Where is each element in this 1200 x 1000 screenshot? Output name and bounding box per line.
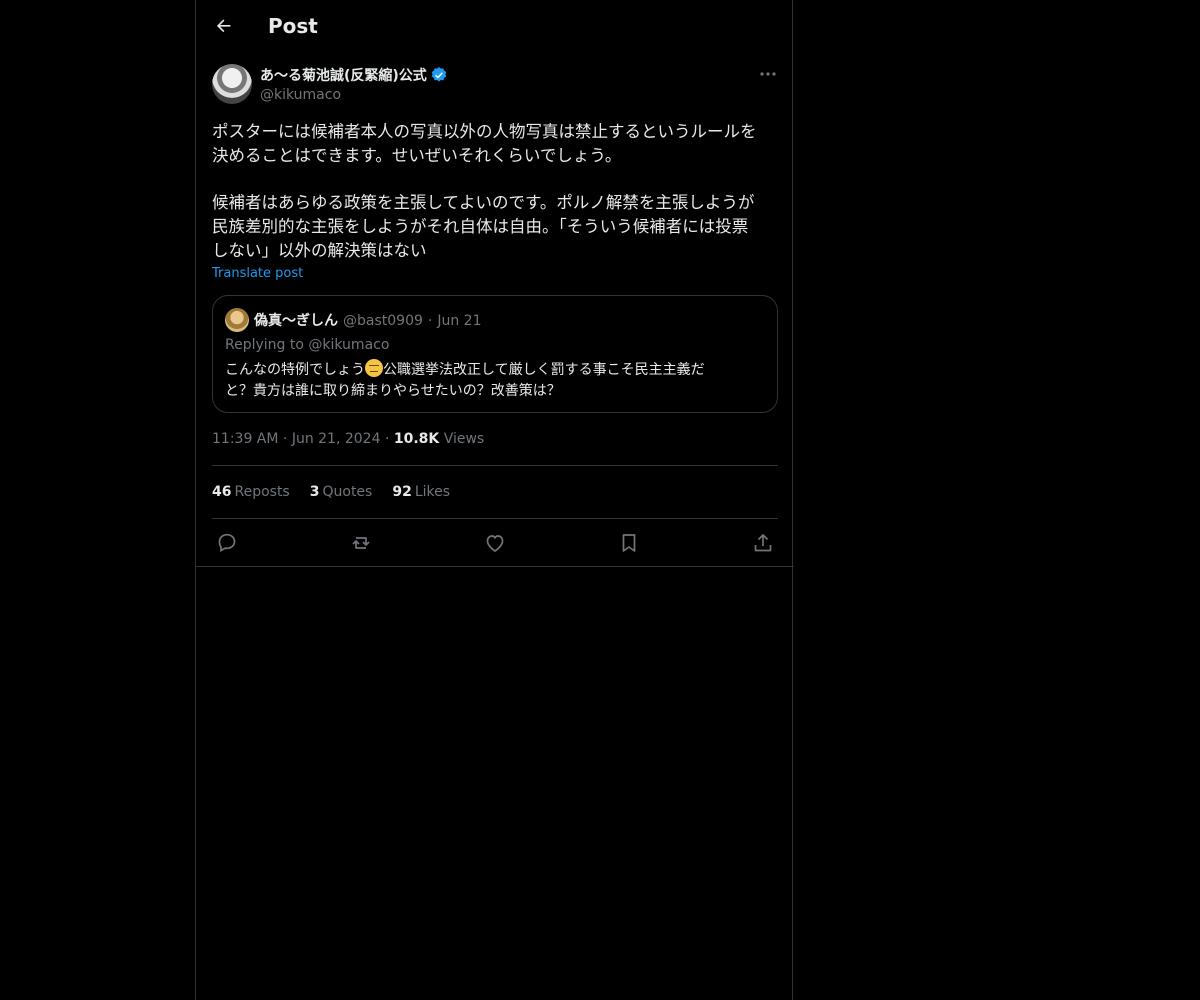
header: Post (196, 0, 794, 54)
arrow-left-icon (216, 19, 231, 33)
post-metadata: 11:39 AM · Jun 21, 2024 · 10.8K Views (212, 431, 484, 447)
post-date[interactable]: Jun 21, 2024 (292, 431, 381, 447)
share-icon (754, 534, 772, 552)
heart-icon (486, 535, 504, 552)
quote-text-part: こんなの特例でしょう (225, 362, 365, 378)
quote-text-part: と？貴方は誰に取り締まりやらせたいの？改善策は？ (225, 383, 561, 399)
bookmark-icon (622, 534, 636, 552)
author-info: あ〜る菊池誠(反緊縮)公式 @kikumaco (260, 65, 448, 104)
quote-date: Jun 21 (437, 313, 482, 329)
verified-badge-icon (431, 67, 447, 82)
likes-count: 92 (392, 484, 412, 500)
like-button[interactable] (483, 531, 507, 555)
handle[interactable]: @kikumaco (260, 86, 448, 104)
quote-handle: @bast0909 (343, 313, 423, 329)
reply-icon (218, 533, 236, 552)
post-text-line: 候補者はあらゆる政策を主張してよいのです。ポルノ解禁を主張しようが (212, 193, 755, 212)
quote-display-name: 偽真〜ぎしん (254, 313, 338, 329)
divider (212, 518, 778, 519)
post-text-line: しない」以外の解決策はない (212, 241, 427, 260)
engagement-stats: 46 Reposts 3 Quotes 92 Likes (212, 484, 470, 500)
back-button[interactable] (212, 14, 236, 38)
quotes-label: Quotes (322, 484, 373, 500)
separator-dot: · (384, 431, 394, 447)
post-text-line: 決めることはできます。せいぜいそれくらいでしょう。 (212, 146, 622, 165)
action-bar (212, 531, 778, 555)
quote-text-part: 公職選挙法改正して厳しく罰する事こそ民主主義だ (383, 362, 705, 378)
display-name-row: あ〜る菊池誠(反緊縮)公式 (260, 65, 448, 85)
page-title: Post (268, 14, 318, 38)
reply-button[interactable] (215, 531, 239, 555)
bookmark-button[interactable] (617, 531, 641, 555)
repost-button[interactable] (349, 531, 373, 555)
post-text-line: ポスターには候補者本人の写真以外の人物写真は禁止するというルールを (212, 122, 757, 141)
separator-dot: · (427, 313, 433, 329)
reposts-label: Reposts (234, 484, 290, 500)
unamused-face-icon (365, 359, 383, 377)
quote-avatar (225, 308, 249, 332)
views-count: 10.8K (393, 431, 440, 447)
views-label: Views (443, 431, 485, 447)
separator-dot: · (282, 431, 292, 447)
more-horizontal-icon (760, 72, 776, 76)
quoted-post[interactable]: 偽真〜ぎしん @bast0909 · Jun 21 Replying to @k… (212, 295, 778, 413)
divider (196, 566, 794, 567)
repost-icon (352, 537, 370, 549)
share-button[interactable] (751, 531, 775, 555)
likes-stat[interactable]: 92 Likes (392, 484, 450, 500)
quote-header: 偽真〜ぎしん @bast0909 · Jun 21 (254, 310, 481, 330)
quote-replying-to: Replying to @kikumaco (225, 337, 390, 353)
quotes-count: 3 (309, 484, 320, 500)
divider (212, 465, 778, 466)
reposts-count: 46 (212, 484, 232, 500)
avatar[interactable] (212, 64, 252, 104)
display-name[interactable]: あ〜る菊池誠(反緊縮)公式 (260, 65, 427, 85)
post-detail-column: Post あ〜る菊池誠(反緊縮)公式 @kikumaco ポスターには候補者本人… (195, 0, 794, 1000)
translate-post-link[interactable]: Translate post (212, 266, 303, 281)
likes-label: Likes (414, 484, 451, 500)
post-text: ポスターには候補者本人の写真以外の人物写真は禁止するというルールを 決めることは… (212, 120, 778, 263)
post-text-line: 民族差別的な主張をしようがそれ自体は自由。「そういう候補者には投票 (212, 217, 749, 236)
post-time[interactable]: 11:39 AM (212, 431, 278, 447)
more-button[interactable] (758, 64, 778, 84)
quote-text: こんなの特例でしょう 公職選挙法改正して厳しく罰する事こそ民主主義だ と？貴方は誰… (225, 359, 745, 402)
quotes-stat[interactable]: 3 Quotes (310, 484, 373, 500)
reposts-stat[interactable]: 46 Reposts (212, 484, 290, 500)
